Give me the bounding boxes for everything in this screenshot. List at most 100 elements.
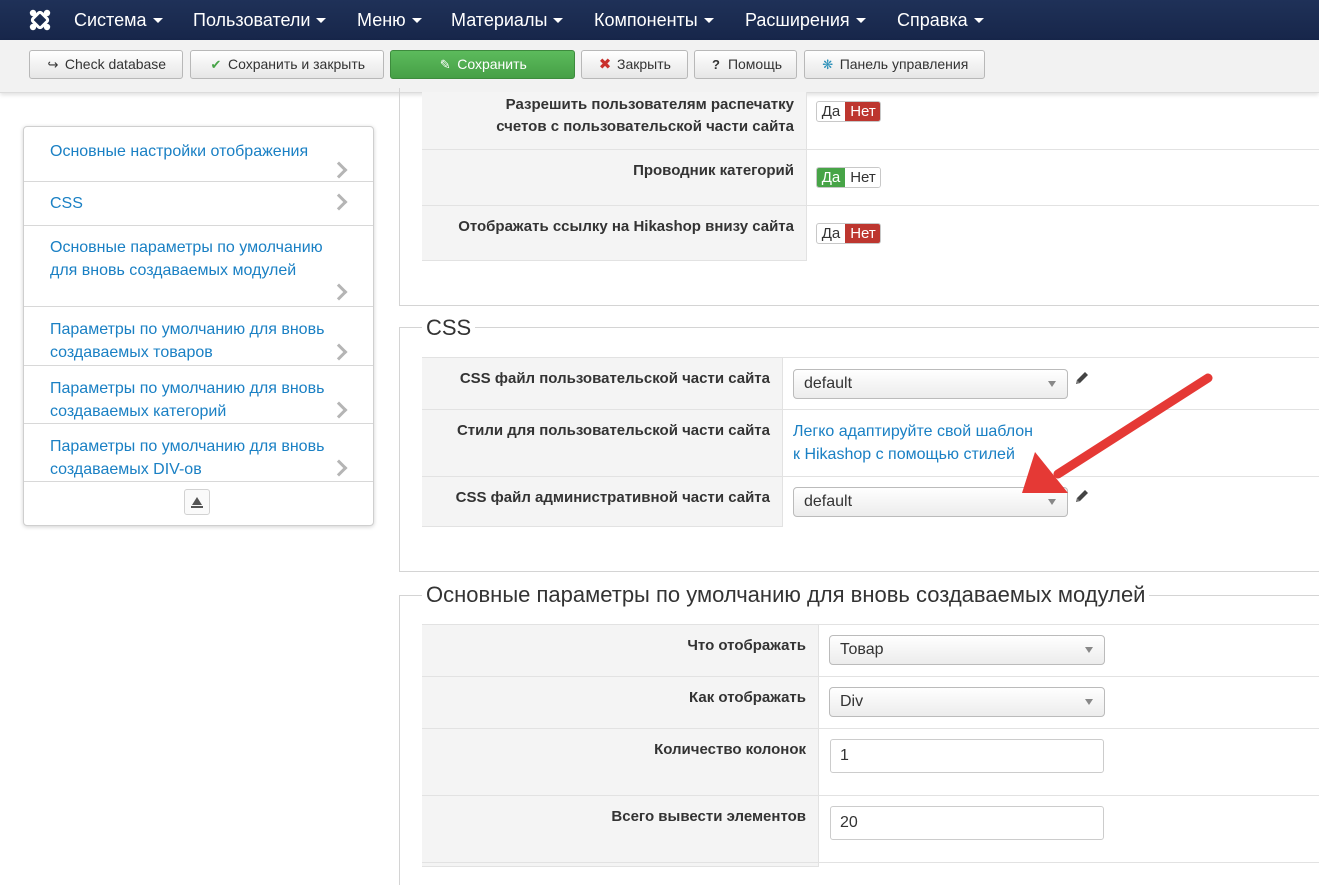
chevron-right-icon (330, 283, 348, 301)
sidebar-item-categories[interactable]: Параметры по умолчанию для вновь создава… (24, 366, 373, 424)
joomla-logo-icon[interactable] (28, 8, 52, 32)
link-line: Легко адаптируйте свой шаблон (793, 423, 1033, 440)
label-cell: CSS файл административной части сайта (422, 477, 783, 527)
chevron-down-icon (1085, 699, 1093, 705)
nav-menu-extensions[interactable]: Расширения (745, 0, 866, 40)
caret-down-icon (411, 17, 422, 23)
label-cell: Отображать ссылку на Hikashop внизу сайт… (422, 206, 807, 261)
nav-label: Материалы (451, 10, 548, 30)
sidebar-item-label: Основные параметры по умолчанию для внов… (50, 239, 323, 279)
sidebar-item-label: Параметры по умолчанию для вновь создава… (50, 380, 325, 420)
close-circle-icon: ✖ (598, 56, 612, 73)
chevron-down-icon (1085, 647, 1093, 653)
save-and-close-button[interactable]: ✔ Сохранить и закрыть (190, 50, 384, 79)
setting-label: Проводник категорий (633, 162, 794, 179)
help-button[interactable]: ? Помощь (694, 50, 797, 79)
caret-down-icon (973, 17, 984, 23)
sidebar-item-modules[interactable]: Основные параметры по умолчанию для внов… (24, 226, 373, 307)
setting-label: Стили для пользовательской части сайта (456, 422, 770, 439)
print-invoices-toggle[interactable]: Да Нет (816, 101, 881, 122)
toggle-no[interactable]: Нет (845, 224, 880, 243)
sidebar-item-label: Параметры по умолчанию для вновь создава… (50, 438, 325, 478)
control-panel-button[interactable]: ❋ Панель управления (804, 50, 985, 79)
setting-label: Разрешить пользователям распечатку (505, 96, 794, 113)
button-label: Панель управления (839, 56, 969, 72)
edit-icon: ✎ (439, 57, 451, 72)
sidebar-item-label: Основные настройки отображения (50, 143, 309, 160)
link-line: к Hikashop с помощью стилей (793, 446, 1015, 463)
sidebar-item-css[interactable]: CSS (24, 182, 373, 226)
edit-pencil-icon[interactable] (1074, 370, 1090, 386)
css-legend: CSS (422, 314, 476, 342)
setting-label: Что отображать (687, 637, 806, 654)
setting-label: Всего вывести элементов (611, 808, 806, 825)
arrow-up-bar (191, 506, 203, 508)
sidebar-item-display[interactable]: Основные настройки отображения (24, 127, 373, 182)
button-label: Check database (64, 56, 167, 72)
hikashop-footer-link-toggle[interactable]: Да Нет (816, 223, 881, 244)
config-sidebar: Основные настройки отображения CSS Основ… (23, 126, 374, 526)
sidebar-item-label: Параметры по умолчанию для вновь создава… (50, 321, 325, 361)
label-cell: Как отображать (422, 677, 819, 729)
toggle-yes[interactable]: Да (817, 168, 845, 187)
top-navbar: Система Пользователи Меню Материалы Комп… (0, 0, 1319, 40)
caret-down-icon (553, 17, 564, 23)
database-check-icon: ↪ (47, 57, 59, 72)
nav-label: Расширения (745, 10, 850, 30)
label-cell: Количество колонок (422, 729, 819, 796)
select-value: Товар (840, 641, 884, 658)
close-button[interactable]: ✖ Закрыть (581, 50, 688, 79)
nav-menu-menus[interactable]: Меню (357, 0, 422, 40)
check-icon: ✔ (210, 57, 222, 72)
check-database-button[interactable]: ↪ Check database (29, 50, 183, 79)
modules-legend: Основные параметры по умолчанию для внов… (422, 581, 1150, 609)
toggle-no[interactable]: Нет (845, 168, 880, 187)
joomla-icon: ❋ (822, 57, 834, 72)
caret-down-icon (316, 17, 327, 23)
sidebar-item-divs[interactable]: Параметры по умолчанию для вновь создава… (24, 424, 373, 482)
setting-label: Как отображать (689, 689, 806, 706)
toggle-yes[interactable]: Да (817, 224, 845, 243)
label-cell: CSS файл пользовательской части сайта (422, 358, 783, 410)
toggle-yes[interactable]: Да (817, 102, 845, 121)
styles-help-link[interactable]: Легко адаптируйте свой шаблон к Hikashop… (793, 420, 1033, 466)
edit-pencil-icon[interactable] (1074, 488, 1090, 504)
sidebar-item-products[interactable]: Параметры по умолчанию для вновь создава… (24, 307, 373, 366)
caret-down-icon (855, 17, 866, 23)
arrow-up-icon (192, 497, 202, 505)
frontend-css-select[interactable]: default (793, 369, 1068, 399)
scroll-to-top-button[interactable] (184, 489, 210, 515)
module-content-select[interactable]: Товар (829, 635, 1105, 665)
backend-css-select[interactable]: default (793, 487, 1068, 517)
button-label: Сохранить и закрыть (227, 56, 366, 72)
nav-menu-users[interactable]: Пользователи (193, 0, 327, 40)
label-cell: Разрешить пользователям распечатку счето… (422, 92, 807, 150)
save-button[interactable]: ✎ Сохранить (390, 50, 575, 79)
module-layout-select[interactable]: Div (829, 687, 1105, 717)
label-cell: Всего вывести элементов (422, 796, 819, 863)
button-label: Закрыть (617, 56, 671, 72)
chevron-down-icon (1048, 381, 1056, 387)
category-explorer-toggle[interactable]: Да Нет (816, 167, 881, 188)
select-value: default (804, 493, 853, 510)
toggle-no[interactable]: Нет (845, 102, 880, 121)
toolbar: ↪ Check database ✔ Сохранить и закрыть ✎ Со… (0, 40, 1319, 93)
nav-label: Система (74, 10, 147, 30)
columns-count-input[interactable]: 1 (830, 739, 1104, 773)
nav-label: Пользователи (193, 10, 311, 30)
setting-label: CSS файл пользовательской части сайта (459, 370, 770, 387)
nav-menu-system[interactable]: Система (74, 0, 163, 40)
label-cell (422, 863, 819, 867)
setting-label: Количество колонок (654, 741, 806, 758)
nav-menu-components[interactable]: Компоненты (594, 0, 714, 40)
label-cell: Проводник категорий (422, 150, 807, 206)
question-circle-icon: ? (711, 57, 720, 72)
caret-down-icon (152, 17, 163, 23)
total-elements-input[interactable]: 20 (830, 806, 1104, 840)
nav-menu-content[interactable]: Материалы (451, 0, 564, 40)
nav-menu-help[interactable]: Справка (897, 0, 984, 40)
setting-label: счетов с пользовательской части сайта (496, 118, 794, 135)
button-label: Помощь (727, 56, 783, 72)
select-value: Div (840, 693, 864, 710)
select-value: default (804, 375, 853, 392)
